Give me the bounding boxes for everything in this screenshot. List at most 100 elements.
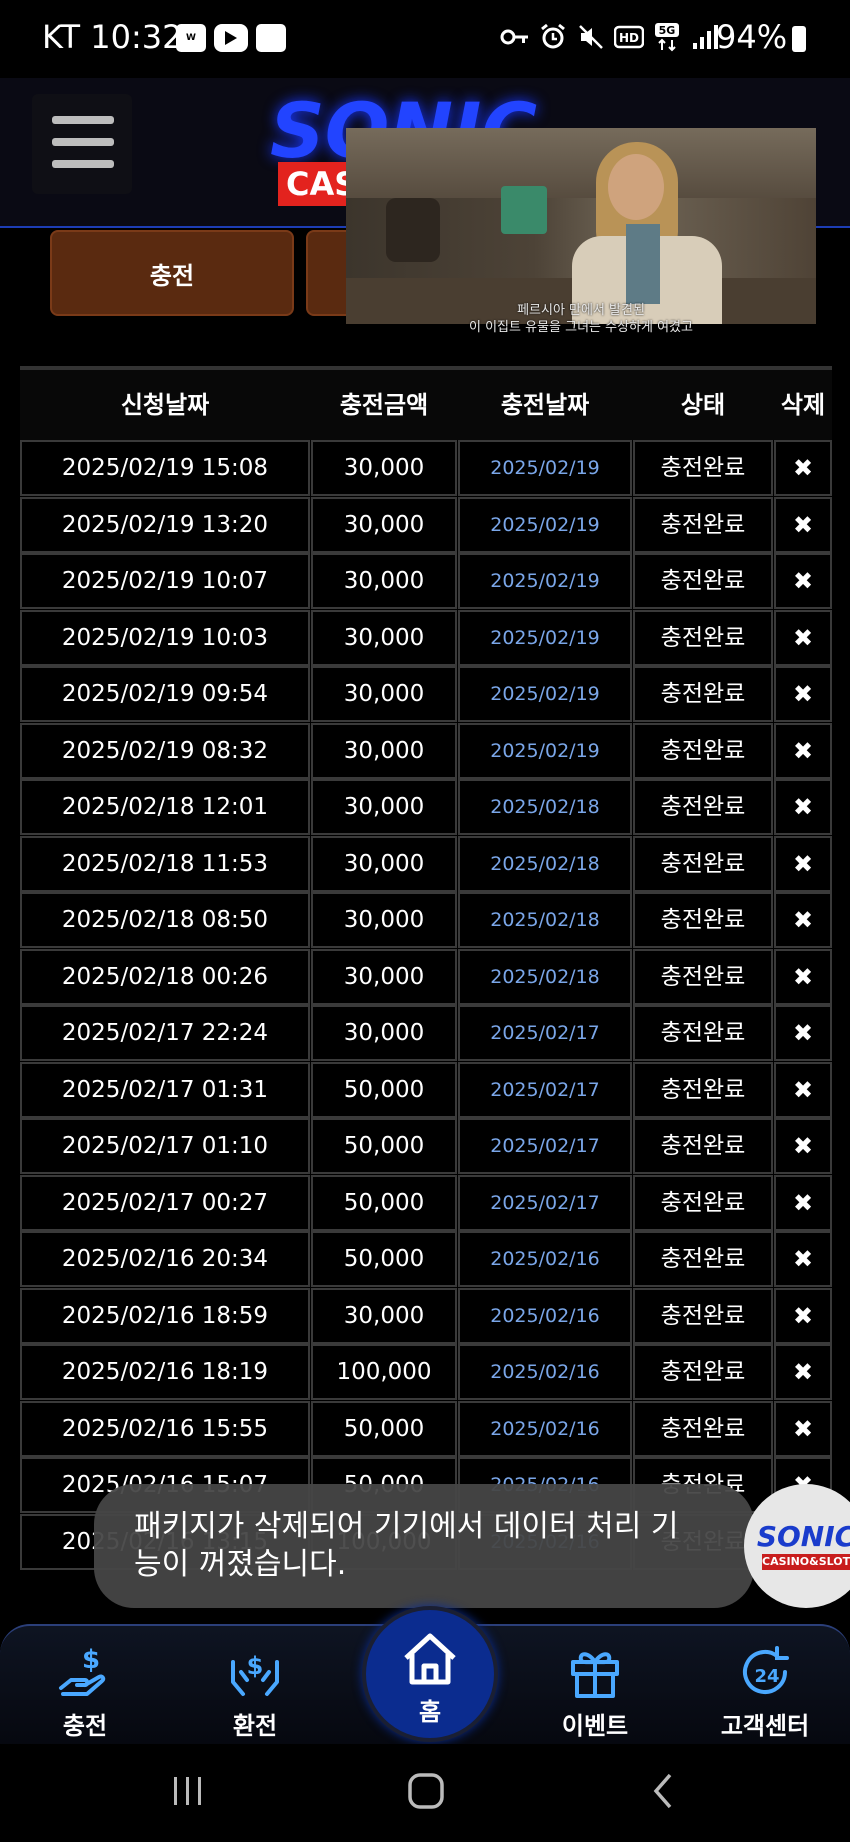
request-date-cell: 2025/02/17 22:24 <box>20 1005 310 1061</box>
video-frame-object <box>386 198 440 262</box>
nav-item-event[interactable]: 이벤트 <box>520 1626 670 1746</box>
table-row: 2025/02/19 08:32 30,000 2025/02/19 충전완료 ✖ <box>20 722 832 779</box>
status-cell: 충전완료 <box>633 779 773 835</box>
charge-date-cell: 2025/02/16 <box>458 1231 632 1287</box>
delete-button[interactable]: ✖ <box>774 440 832 496</box>
tab-charge[interactable]: 충전 <box>50 230 294 316</box>
delete-button[interactable]: ✖ <box>774 553 832 609</box>
svg-text:HD: HD <box>619 31 639 45</box>
table-row: 2025/02/16 18:19 100,000 2025/02/16 충전완료 ✖ <box>20 1344 832 1400</box>
status-cell: 충전완료 <box>633 1231 773 1287</box>
delete-button[interactable]: ✖ <box>774 835 832 892</box>
home-icon <box>398 1628 462 1692</box>
nav-item-deposit[interactable]: $ 충전 <box>10 1626 160 1746</box>
video-frame-person <box>608 154 664 220</box>
nav-label: 고객센터 <box>720 1712 810 1740</box>
column-header-request-date: 신청날짜 <box>120 391 210 419</box>
delete-button[interactable]: ✖ <box>774 1231 832 1287</box>
video-frame-scarf <box>626 224 660 304</box>
delete-button[interactable]: ✖ <box>774 609 832 666</box>
amount-cell: 30,000 <box>311 496 457 553</box>
delete-button[interactable]: ✖ <box>774 1400 832 1457</box>
delete-button[interactable]: ✖ <box>774 722 832 779</box>
charge-date-cell: 2025/02/18 <box>458 892 632 948</box>
delete-button[interactable]: ✖ <box>774 1118 832 1174</box>
delete-button[interactable]: ✖ <box>774 1344 832 1400</box>
charge-date-cell: 2025/02/19 <box>458 609 632 666</box>
request-date-cell: 2025/02/19 10:07 <box>20 553 310 609</box>
toast-notification: 패키지가 삭제되어 기기에서 데이터 처리 기능이 꺼졌습니다. <box>94 1484 754 1608</box>
menu-icon-line <box>52 160 114 168</box>
delete-button[interactable]: ✖ <box>774 496 832 553</box>
request-date-cell: 2025/02/19 10:03 <box>20 609 310 666</box>
delete-button[interactable]: ✖ <box>774 948 832 1005</box>
table-row: 2025/02/16 15:55 50,000 2025/02/16 충전완료 ✖ <box>20 1400 832 1457</box>
charge-date-cell: 2025/02/18 <box>458 948 632 1005</box>
amount-cell: 50,000 <box>311 1174 457 1231</box>
charge-date-cell: 2025/02/19 <box>458 553 632 609</box>
svg-text:24: 24 <box>754 1666 779 1687</box>
gift-icon <box>565 1642 625 1702</box>
request-date-cell: 2025/02/17 00:27 <box>20 1174 310 1231</box>
battery-percent: 94% <box>716 18 788 56</box>
request-date-cell: 2025/02/19 15:08 <box>20 440 310 496</box>
nav-item-home[interactable]: 홈 <box>362 1606 498 1742</box>
table-header: 신청날짜 충전금액 충전날짜 상태 삭제 <box>20 366 832 440</box>
support-24-icon: 24 <box>735 1642 795 1702</box>
amount-cell: 30,000 <box>311 609 457 666</box>
delete-button[interactable]: ✖ <box>774 892 832 948</box>
home-system-button[interactable] <box>396 1766 456 1816</box>
video-frame-object <box>501 186 547 234</box>
amount-cell: 30,000 <box>311 553 457 609</box>
table-row: 2025/02/18 00:26 30,000 2025/02/18 충전완료 ✖ <box>20 948 832 1005</box>
status-cell: 충전완료 <box>633 1344 773 1400</box>
nav-item-support[interactable]: 24 고객센터 <box>690 1626 840 1746</box>
table-row: 2025/02/17 22:24 30,000 2025/02/17 충전완료 ✖ <box>20 1005 832 1061</box>
recent-apps-icon <box>174 1777 201 1805</box>
request-date-cell: 2025/02/16 18:19 <box>20 1344 310 1400</box>
hamburger-menu-button[interactable] <box>32 94 132 194</box>
charge-date-cell: 2025/02/19 <box>458 722 632 779</box>
note-icon <box>256 24 286 52</box>
status-cell: 충전완료 <box>633 1005 773 1061</box>
toast-message: 패키지가 삭제되어 기기에서 데이터 처리 기능이 꺼졌습니다. <box>134 1509 679 1582</box>
delete-button[interactable]: ✖ <box>774 1005 832 1061</box>
recent-apps-button[interactable] <box>158 1766 218 1816</box>
table-row: 2025/02/17 01:31 50,000 2025/02/17 충전완료 ✖ <box>20 1061 832 1118</box>
delete-button[interactable]: ✖ <box>774 666 832 722</box>
amount-cell: 30,000 <box>311 440 457 496</box>
request-date-cell: 2025/02/18 00:26 <box>20 948 310 1005</box>
table-row: 2025/02/19 09:54 30,000 2025/02/19 충전완료 ✖ <box>20 666 832 722</box>
nav-label: 충전 <box>62 1712 108 1740</box>
charge-date-cell: 2025/02/19 <box>458 496 632 553</box>
status-time: KT 10:32 <box>42 18 183 56</box>
status-cell: 충전완료 <box>633 553 773 609</box>
status-cell: 충전완료 <box>633 1061 773 1118</box>
table-row: 2025/02/19 10:07 30,000 2025/02/19 충전완료 ✖ <box>20 553 832 609</box>
delete-button[interactable]: ✖ <box>774 1061 832 1118</box>
request-date-cell: 2025/02/19 08:32 <box>20 722 310 779</box>
charge-date-cell: 2025/02/16 <box>458 1344 632 1400</box>
video-pip-player[interactable] <box>346 128 816 324</box>
back-button[interactable] <box>634 1766 694 1816</box>
request-date-cell: 2025/02/16 20:34 <box>20 1231 310 1287</box>
charge-date-cell: 2025/02/17 <box>458 1061 632 1118</box>
status-cell: 충전완료 <box>633 666 773 722</box>
deposit-icon: $ <box>55 1642 115 1702</box>
delete-button[interactable]: ✖ <box>774 779 832 835</box>
nav-item-withdraw[interactable]: $ 환전 <box>180 1626 330 1746</box>
toast-logo-casino: CASINO&SLOT <box>762 1554 850 1570</box>
menu-icon <box>52 116 114 124</box>
delete-button[interactable]: ✖ <box>774 1287 832 1344</box>
request-date-cell: 2025/02/19 09:54 <box>20 666 310 722</box>
delete-button[interactable]: ✖ <box>774 1174 832 1231</box>
table-row: 2025/02/18 08:50 30,000 2025/02/18 충전완료 ✖ <box>20 892 832 948</box>
status-system-icons: HD 5G <box>500 22 720 52</box>
nav-label: 홈 <box>418 1698 442 1726</box>
battery-icon <box>792 26 806 52</box>
status-cell: 충전완료 <box>633 496 773 553</box>
table-row: 2025/02/16 18:59 30,000 2025/02/16 충전완료 ✖ <box>20 1287 832 1344</box>
table-row: 2025/02/18 11:53 30,000 2025/02/18 충전완료 ✖ <box>20 835 832 892</box>
nav-label: 환전 <box>232 1712 278 1740</box>
column-header-amount: 충전금액 <box>339 391 429 419</box>
